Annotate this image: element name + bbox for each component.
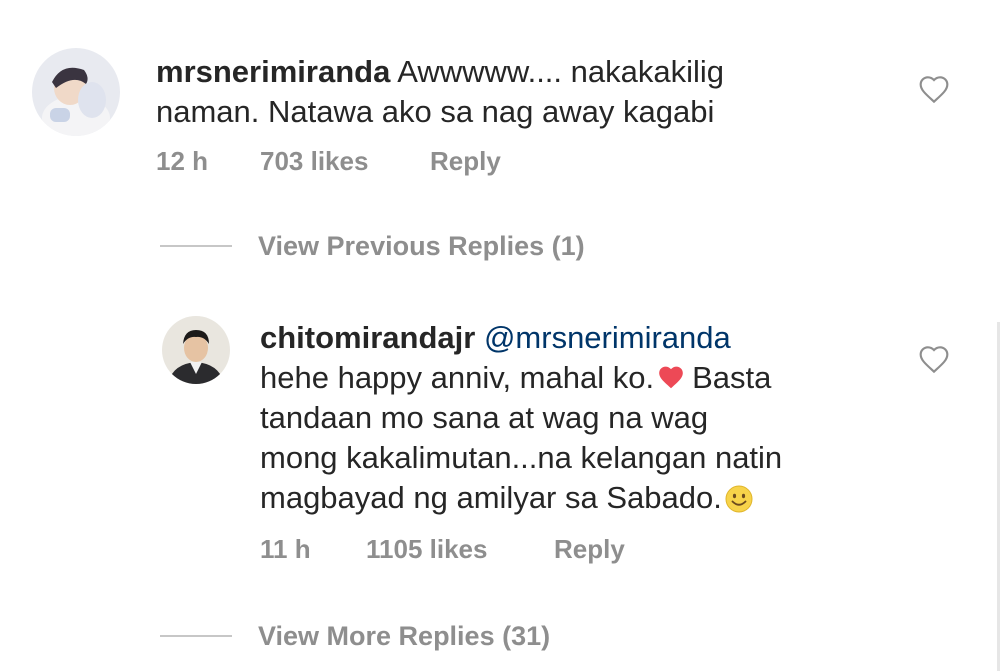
comment-username[interactable]: mrsnerimiranda [156,54,390,89]
divider-line [160,635,232,637]
red-heart-emoji-icon [659,366,683,389]
reply-text-line1a: hehe happy anniv, mahal ko. [260,360,655,395]
heart-outline-icon[interactable] [918,344,950,374]
avatar-mrsnerimiranda[interactable] [32,48,120,136]
avatar-chitomirandajr[interactable] [162,316,230,384]
reply-text-line2: tandaan mo sana at wag na wag [260,400,709,435]
reply-username[interactable]: chitomirandajr [260,320,475,355]
view-previous-replies[interactable]: View Previous Replies (1) [160,228,585,264]
reply-text-line4: magbayad ng amilyar sa Sabado. [260,480,722,515]
comment-reply-button[interactable]: Reply [430,146,501,177]
reply-body: chitomirandajr @mrsnerimiranda hehe happ… [260,318,900,518]
divider-line [160,245,232,247]
reply-time[interactable]: 11 h [260,534,311,565]
comment-likes[interactable]: 703 likes [260,146,368,177]
view-previous-replies-label[interactable]: View Previous Replies (1) [258,231,585,262]
comment-body: mrsnerimiranda Awwwww.... nakakakilig na… [156,52,876,132]
avatar-image [162,316,230,384]
view-more-replies[interactable]: View More Replies (31) [160,618,550,654]
comment-text-line1: Awwwww.... nakakakilig [397,54,725,89]
comment-text-line2: naman. Natawa ako sa nag away kagabi [156,94,715,129]
comment-time[interactable]: 12 h [156,146,208,177]
heart-outline-icon[interactable] [918,74,950,104]
reply-text-line3: mong kakalimutan...na kelangan natin [260,440,783,475]
reply-reply-button[interactable]: Reply [554,534,625,565]
reply-text-line1b: Basta [692,360,772,395]
view-more-replies-label[interactable]: View More Replies (31) [258,621,550,652]
reply-likes[interactable]: 1105 likes [366,534,487,565]
avatar-image [32,48,120,136]
reply-mention[interactable]: @mrsnerimiranda [484,320,731,355]
smiling-face-emoji-icon [725,485,753,513]
